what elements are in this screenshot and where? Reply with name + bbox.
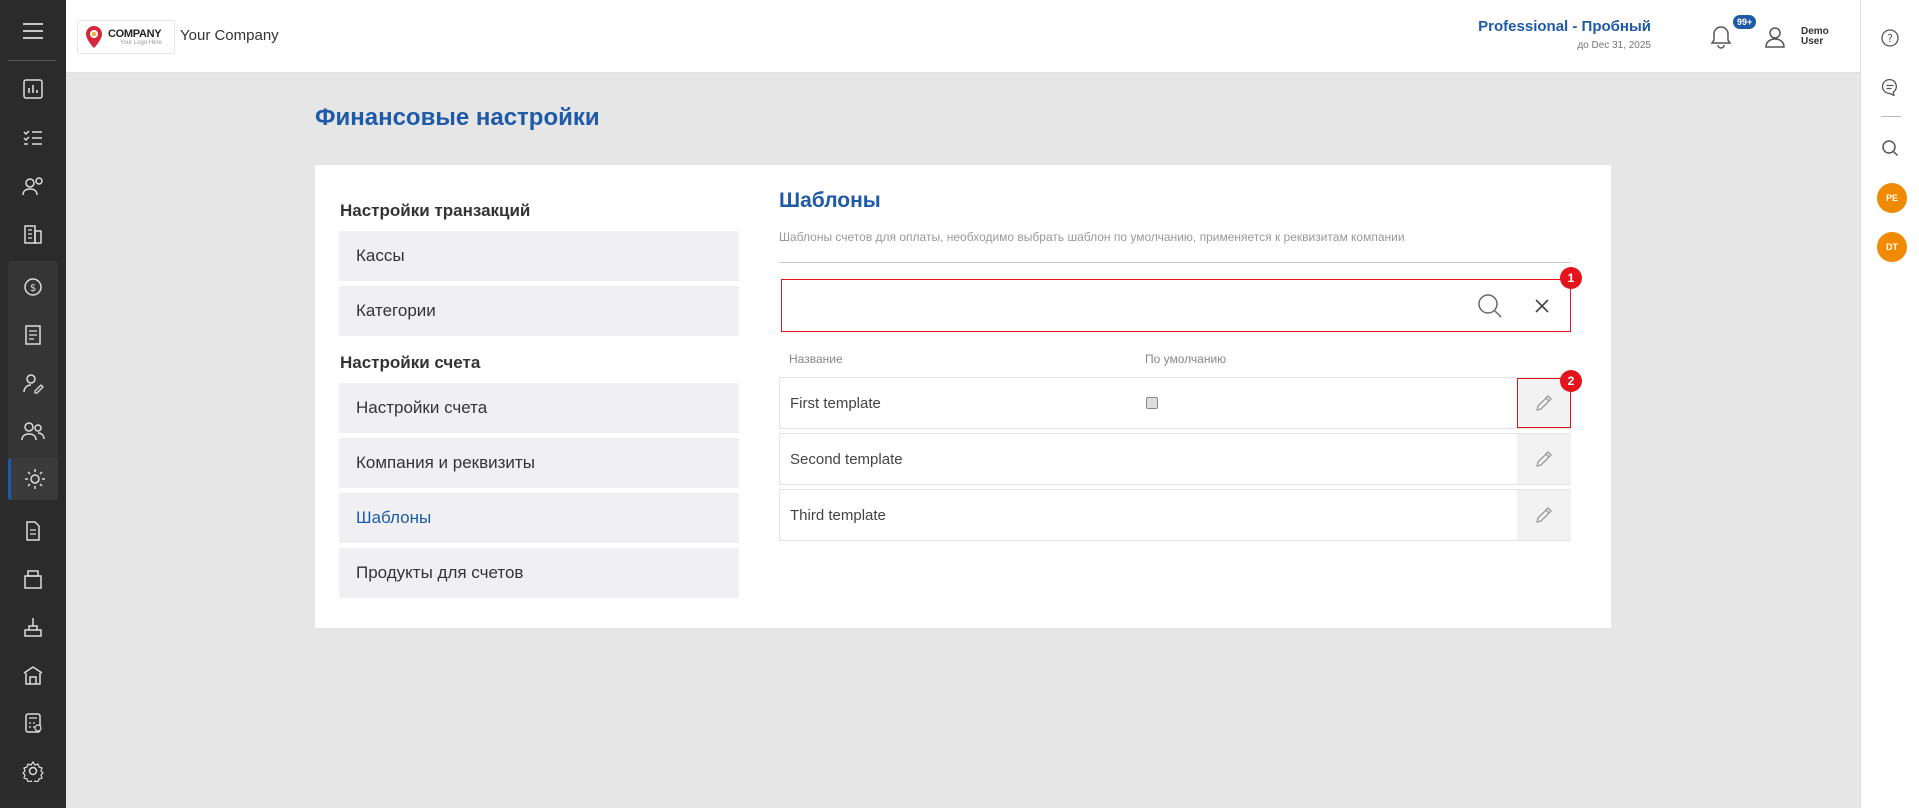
- svg-text:$: $: [30, 283, 36, 294]
- menu-icon[interactable]: [0, 0, 66, 62]
- company-name[interactable]: Your Company: [180, 27, 279, 44]
- dashboard-icon[interactable]: [8, 68, 58, 110]
- finance-icon[interactable]: $: [8, 266, 58, 308]
- chat-icon[interactable]: [1879, 76, 1901, 98]
- logo-pin-icon: [86, 26, 102, 48]
- section-title-transactions: Настройки транзакций: [340, 201, 531, 220]
- column-header-default: По умолчанию: [1145, 352, 1227, 366]
- annotation-marker-1: 1: [1560, 267, 1582, 289]
- avatar-pe[interactable]: PE: [1877, 183, 1907, 213]
- search-icon[interactable]: [1476, 292, 1504, 320]
- menu-item-templates[interactable]: Шаблоны: [339, 493, 739, 543]
- notification-badge: 99+: [1733, 15, 1757, 29]
- settings-icon[interactable]: [8, 750, 58, 792]
- contacts-icon[interactable]: [8, 165, 58, 207]
- user-avatar-icon[interactable]: [1760, 22, 1790, 52]
- table-row: Third template: [779, 489, 1571, 541]
- template-name: Second template: [790, 451, 903, 468]
- divider: [779, 262, 1571, 263]
- invoices-icon[interactable]: [8, 314, 58, 356]
- tasks-icon[interactable]: [8, 117, 58, 159]
- menu-item-cashboxes[interactable]: Кассы: [339, 231, 739, 281]
- plan-expiry-date: до Dec 31, 2025: [1577, 40, 1651, 51]
- menu-item-invoice-settings[interactable]: Настройки счета: [339, 383, 739, 433]
- menu-item-invoice-products[interactable]: Продукты для счетов: [339, 548, 739, 598]
- section-title-invoice: Настройки счета: [340, 353, 481, 372]
- templates-title: Шаблоны: [779, 189, 881, 212]
- default-checkbox[interactable]: [1146, 397, 1158, 409]
- user-last-name: User: [1801, 36, 1824, 47]
- help-icon[interactable]: ?: [1879, 27, 1901, 49]
- template-name: First template: [790, 395, 881, 412]
- logo-title: COMPANY: [108, 27, 162, 40]
- user-name[interactable]: Demo User: [1801, 27, 1829, 47]
- pencil-icon: [1536, 395, 1552, 411]
- menu-item-company-details[interactable]: Компания и реквизиты: [339, 438, 739, 488]
- search-input[interactable]: [782, 280, 1482, 331]
- templates-description: Шаблоны счетов для оплаты, необходимо вы…: [779, 230, 1405, 244]
- products-icon[interactable]: [8, 558, 58, 600]
- documents-icon[interactable]: [8, 510, 58, 552]
- close-icon[interactable]: [1528, 292, 1556, 320]
- table-row: Second template: [779, 433, 1571, 485]
- page-title: Финансовые настройки: [315, 104, 600, 131]
- companies-icon[interactable]: [8, 213, 58, 255]
- left-sidebar: $: [0, 0, 66, 808]
- template-name: Third template: [790, 507, 886, 524]
- settings-card: Настройки транзакций Кассы Категории Нас…: [315, 165, 1611, 628]
- calculator-icon[interactable]: [8, 702, 58, 744]
- avatar-dt[interactable]: DT: [1877, 232, 1907, 262]
- pencil-icon: [1536, 507, 1552, 523]
- finance-settings-icon[interactable]: [8, 458, 58, 500]
- menu-item-categories[interactable]: Категории: [339, 286, 739, 336]
- top-header: COMPANY Your Logo Here Your Company Prof…: [66, 0, 1860, 73]
- edit-button[interactable]: [1517, 434, 1571, 484]
- table-row: First template: [779, 377, 1571, 429]
- svg-text:?: ?: [1887, 32, 1893, 45]
- column-header-name: Название: [789, 352, 843, 366]
- search-icon[interactable]: [1879, 137, 1901, 159]
- plan-name[interactable]: Professional - Пробный: [1478, 18, 1651, 35]
- toolbar-divider: [1881, 116, 1901, 117]
- user-edit-icon[interactable]: [8, 362, 58, 404]
- annotation-marker-2: 2: [1560, 370, 1582, 392]
- team-icon[interactable]: [8, 410, 58, 452]
- company-logo[interactable]: COMPANY Your Logo Here: [77, 20, 175, 54]
- edit-button[interactable]: [1517, 490, 1571, 540]
- logo-subtitle: Your Logo Here: [120, 39, 162, 46]
- pencil-icon: [1536, 451, 1552, 467]
- bell-icon[interactable]: [1706, 22, 1736, 52]
- right-toolbar: ? PE DT: [1860, 0, 1919, 808]
- search-field: [781, 279, 1571, 332]
- warehouse-icon[interactable]: [8, 654, 58, 696]
- manufacturing-icon[interactable]: [8, 606, 58, 648]
